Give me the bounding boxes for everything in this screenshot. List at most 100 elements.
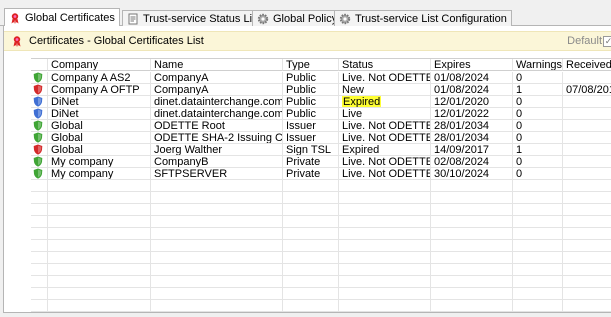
received-cell <box>563 108 611 120</box>
empty-table-row <box>31 216 611 228</box>
type-cell: Public <box>283 84 339 96</box>
column-header-received[interactable]: Received <box>563 59 611 71</box>
icon-cell <box>31 264 48 276</box>
tab-trust-service-status-lists[interactable]: Trust-service Status Lists <box>122 10 272 26</box>
expires-cell-text: 12/01/2020 <box>434 96 490 108</box>
expires-cell-text: 28/01/2034 <box>434 132 490 144</box>
expires-cell-text: 12/01/2022 <box>434 108 490 120</box>
received-cell <box>563 216 611 228</box>
status-cell <box>339 300 431 312</box>
table-row[interactable]: Global ODETTE SHA-2 Issuing CA Issuer Live.… <box>31 132 611 144</box>
default-label: Default <box>567 35 602 47</box>
expires-cell-text: 14/09/2017 <box>434 144 490 156</box>
icon-cell <box>31 240 48 252</box>
name-cell: dinet.datainterchange.com <box>151 108 283 120</box>
company-cell: Global <box>48 132 151 144</box>
type-cell-text: Issuer <box>286 132 316 144</box>
tab-trust-service-list-configuration[interactable]: Trust-service List Configuration <box>334 10 512 26</box>
company-cell: DiNet <box>48 96 151 108</box>
expires-cell <box>431 216 513 228</box>
status-cell <box>339 216 431 228</box>
warnings-cell-text: 0 <box>516 72 523 84</box>
table-row[interactable]: DiNet dinet.datainterchange.com Public Live… <box>31 108 611 120</box>
type-cell-text: Private <box>286 156 321 168</box>
warnings-cell-text: 1 <box>516 84 523 96</box>
status-cell-text: Expired <box>342 96 382 108</box>
type-cell-text: Sign TSL <box>286 144 332 156</box>
column-header-name[interactable]: Name <box>151 59 283 71</box>
warnings-cell: 0 <box>513 96 563 108</box>
column-header-type[interactable]: Type <box>283 59 339 71</box>
company-cell <box>48 264 151 276</box>
name-cell-text: dinet.datainterchange.com <box>154 96 283 108</box>
tab-global-certificates[interactable]: Global Certificates <box>4 8 120 27</box>
company-cell <box>48 240 151 252</box>
status-cell <box>339 192 431 204</box>
name-cell <box>151 252 283 264</box>
company-cell <box>48 252 151 264</box>
table-row[interactable]: Global ODETTE Root Issuer Live. Not ODETTE.… <box>31 120 611 132</box>
table-row[interactable]: DiNet dinet.datainterchange.com Public Expi… <box>31 96 611 108</box>
company-cell <box>48 300 151 312</box>
status-cell <box>339 240 431 252</box>
name-cell: CompanyA <box>151 84 283 96</box>
expires-cell: 28/01/2034 <box>431 132 513 144</box>
name-cell <box>151 204 283 216</box>
expires-cell-text: 30/10/2024 <box>434 168 490 180</box>
name-cell: CompanyB <box>151 156 283 168</box>
type-cell <box>283 288 339 300</box>
column-header-company[interactable]: Company <box>48 59 151 71</box>
warnings-cell <box>513 180 563 192</box>
column-header-expires[interactable]: Expires <box>431 59 513 71</box>
green-shield-icon <box>33 132 43 143</box>
status-cell: Live. Not ODETTE... <box>339 168 431 180</box>
type-cell <box>283 252 339 264</box>
warnings-cell <box>513 204 563 216</box>
warnings-cell: 1 <box>513 144 563 156</box>
status-cell: Live. Not ODETTE... <box>339 132 431 144</box>
name-cell <box>151 216 283 228</box>
company-cell <box>48 288 151 300</box>
name-cell <box>151 228 283 240</box>
green-shield-icon <box>33 120 43 131</box>
status-cell <box>339 264 431 276</box>
warnings-cell-text: 0 <box>516 132 523 144</box>
expires-cell: 14/09/2017 <box>431 144 513 156</box>
warnings-cell <box>513 228 563 240</box>
table-row[interactable]: Global Joerg Walther Sign TSL Expired 14/09/… <box>31 144 611 156</box>
type-cell-text: Private <box>286 168 321 180</box>
received-cell <box>563 132 611 144</box>
icon-cell <box>31 96 48 108</box>
icon-cell <box>31 216 48 228</box>
certificate-icon <box>11 35 23 47</box>
name-cell-text: CompanyA <box>154 84 209 96</box>
status-cell-text: Live. Not ODETTE... <box>342 72 430 84</box>
table-row[interactable]: Company A AS2 CompanyA Public Live. Not ODE… <box>31 72 611 84</box>
type-cell-text: Public <box>286 72 316 84</box>
icon-cell <box>31 120 48 132</box>
table-row[interactable]: My company SFTPSERVER Private Live. Not ODE… <box>31 168 611 180</box>
status-cell-text: Live <box>342 108 363 120</box>
icon-cell <box>31 168 48 180</box>
status-cell-text: Expired <box>342 144 380 156</box>
table-row[interactable]: Company A OFTP CompanyA Public New 01/08/202… <box>31 84 611 96</box>
empty-table-row <box>31 276 611 288</box>
icon-cell <box>31 252 48 264</box>
green-shield-icon <box>33 72 43 83</box>
warnings-cell: 1 <box>513 84 563 96</box>
column-header-status[interactable]: Status <box>339 59 431 71</box>
name-cell: CompanyA <box>151 72 283 84</box>
column-header-warnings[interactable]: Warnings <box>513 59 563 71</box>
company-cell <box>48 228 151 240</box>
received-cell <box>563 264 611 276</box>
expires-cell <box>431 276 513 288</box>
name-cell-text: CompanyA <box>154 72 209 84</box>
received-cell <box>563 276 611 288</box>
tab-global-policy[interactable]: Global Policy <box>252 10 343 26</box>
expires-cell <box>431 180 513 192</box>
expires-cell: 01/08/2024 <box>431 84 513 96</box>
company-cell-text: My company <box>51 168 114 180</box>
warnings-cell: 0 <box>513 156 563 168</box>
default-checkbox[interactable]: ✓ <box>603 36 611 47</box>
table-row[interactable]: My company CompanyB Private Live. Not ODETT… <box>31 156 611 168</box>
